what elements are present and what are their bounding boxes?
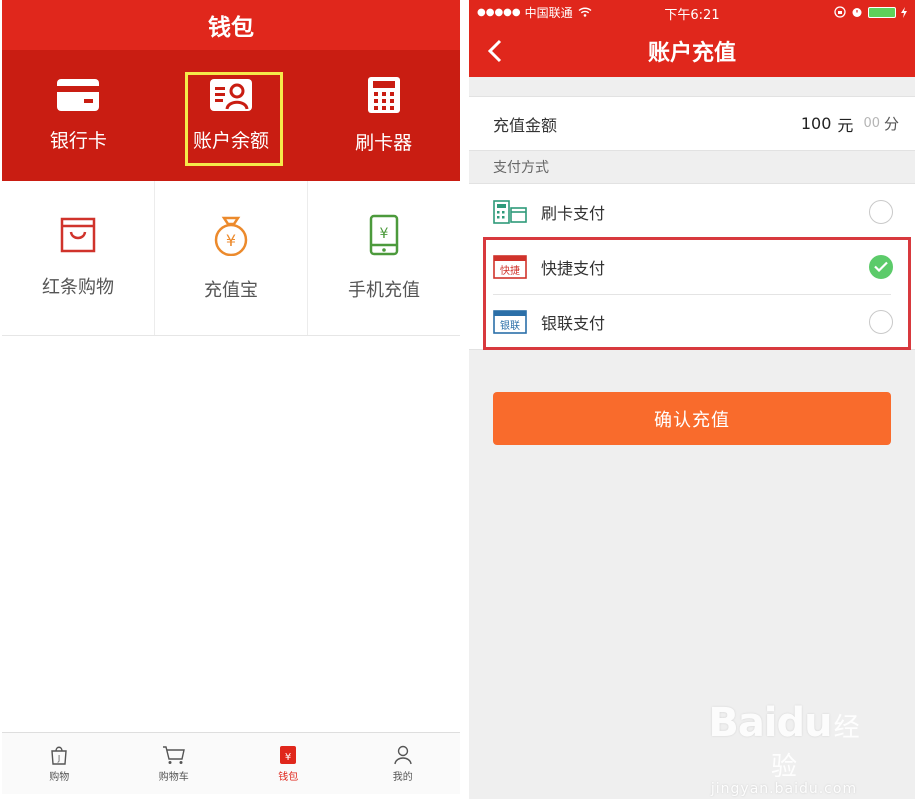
- tab-profile[interactable]: 我的: [346, 733, 461, 794]
- pay-option-unionpay[interactable]: 银联 银联支付: [469, 294, 915, 349]
- tab-cart-label: 购物车: [158, 771, 189, 783]
- account-balance-button[interactable]: 账户余额: [155, 50, 308, 181]
- pay-option-label: 快捷支付: [541, 258, 606, 278]
- chongzhibao-button[interactable]: ¥ 充值宝: [155, 181, 308, 335]
- shopping-bag-icon: [60, 217, 96, 253]
- wallet-service-grid: 红条购物 ¥ 充值宝 ¥ 手机充值: [2, 181, 460, 336]
- recharge-screen: ●●●●● 中国联通 下午6:21 账户充值 充值金额 100 元 00 分 支…: [469, 0, 915, 799]
- phone-topup-label: 手机充值: [348, 280, 420, 301]
- fen-value[interactable]: 00: [863, 116, 880, 131]
- page-title: 钱包: [208, 15, 254, 41]
- svg-text:¥: ¥: [226, 231, 236, 250]
- baidu-watermark: Baidu经验 jingyan.baidu.com: [699, 700, 869, 797]
- status-bar: ●●●●● 中国联通 下午6:21: [469, 0, 915, 24]
- tab-shopping-label: 购物: [49, 771, 70, 783]
- bottom-tab-bar: J 购物 购物车 ¥ 钱包 我的: [2, 732, 460, 794]
- quick-pay-icon-text: 快捷: [500, 264, 520, 277]
- profile-icon: [394, 745, 412, 764]
- tab-shopping[interactable]: J 购物: [2, 733, 117, 794]
- quick-pay-icon: 快捷: [493, 254, 527, 279]
- wallet-top-menu: 银行卡 账户余额 刷卡器: [2, 50, 460, 181]
- tab-wallet-label: 钱包: [278, 771, 299, 783]
- nav-bar: 账户充值: [469, 24, 915, 77]
- unionpay-icon: 银联: [493, 309, 527, 334]
- radio-checked[interactable]: [869, 254, 893, 279]
- pay-option-label: 刷卡支付: [541, 203, 606, 223]
- payment-method-heading: 支付方式: [493, 160, 549, 176]
- phone-topup-button[interactable]: ¥ 手机充值: [308, 181, 460, 335]
- pay-option-card-reader[interactable]: 刷卡支付: [469, 184, 915, 239]
- svg-text:¥: ¥: [285, 752, 291, 763]
- red-shopping-label: 红条购物: [42, 277, 114, 298]
- bank-card-button[interactable]: 银行卡: [2, 50, 155, 181]
- radio-unchecked[interactable]: [869, 199, 893, 224]
- svg-text:¥: ¥: [380, 226, 389, 242]
- pay-option-label: 银联支付: [541, 313, 606, 333]
- card-reader-icon: [367, 77, 400, 113]
- red-shopping-button[interactable]: 红条购物: [2, 181, 155, 335]
- bank-card-label: 银行卡: [49, 130, 107, 152]
- pay-option-quick-pay[interactable]: 快捷 快捷支付: [469, 239, 915, 294]
- wallet-header: 钱包: [2, 0, 460, 50]
- highlight-box: [184, 72, 284, 166]
- card-reader-pay-icon: [493, 199, 527, 224]
- page-title: 账户充值: [647, 40, 736, 66]
- checkmark-icon: [874, 261, 888, 272]
- phone-topup-icon: ¥: [369, 214, 399, 256]
- wallet-icon: ¥: [280, 745, 297, 764]
- tab-cart[interactable]: 购物车: [117, 733, 232, 794]
- money-bag-icon: ¥: [214, 216, 248, 256]
- amount-unit: 元: [837, 115, 854, 135]
- watermark-url: jingyan.baidu.com: [710, 781, 858, 797]
- fen-unit: 分: [883, 115, 899, 133]
- tab-wallet[interactable]: ¥ 钱包: [231, 733, 346, 794]
- chongzhibao-label: 充值宝: [204, 280, 258, 301]
- wallet-screen: 钱包 银行卡 账户余额 刷卡器 红条购物 ¥ 充值宝 ¥ 手机充值 J 购物 购…: [2, 0, 460, 799]
- payment-method-list: 刷卡支付 快捷 快捷支付 银联 银联支付: [469, 183, 915, 350]
- amount-value[interactable]: 100: [801, 114, 832, 133]
- radio-unchecked[interactable]: [869, 309, 893, 334]
- svg-text:J: J: [57, 754, 60, 763]
- unionpay-icon-text: 银联: [500, 319, 520, 332]
- confirm-recharge-button[interactable]: 确认充值: [493, 392, 891, 445]
- recharge-amount-field[interactable]: 充值金额 100 元 00 分: [469, 96, 915, 151]
- tab-profile-label: 我的: [392, 771, 413, 783]
- watermark-brand: Baidu: [708, 700, 832, 746]
- back-chevron-icon[interactable]: [485, 38, 507, 64]
- card-reader-button[interactable]: 刷卡器: [307, 50, 460, 181]
- shopping-icon: J: [51, 746, 68, 765]
- cart-icon: [162, 745, 185, 764]
- card-reader-label: 刷卡器: [355, 132, 413, 154]
- status-time: 下午6:21: [664, 8, 720, 23]
- amount-label: 充值金额: [493, 115, 558, 135]
- bank-card-icon: [57, 79, 100, 111]
